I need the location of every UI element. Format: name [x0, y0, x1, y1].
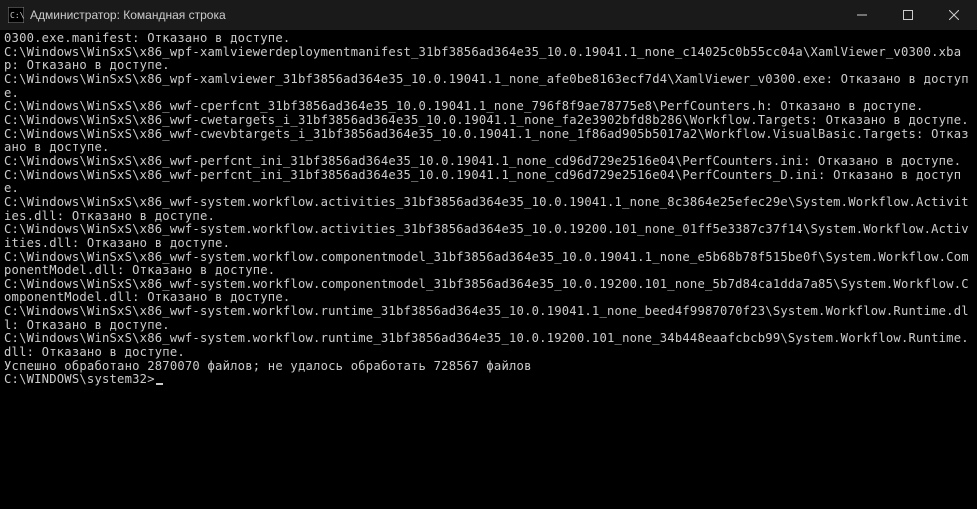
terminal-line: Успешно обработано 2870070 файлов; не уд… [4, 360, 973, 374]
minimize-button[interactable] [839, 0, 885, 30]
close-button[interactable] [931, 0, 977, 30]
terminal-line: C:\Windows\WinSxS\x86_wwf-system.workflo… [4, 196, 973, 223]
terminal-line: C:\Windows\WinSxS\x86_wwf-system.workflo… [4, 305, 973, 332]
maximize-button[interactable] [885, 0, 931, 30]
svg-text:C:\: C:\ [10, 11, 24, 20]
prompt-text: C:\WINDOWS\system32> [4, 372, 155, 386]
titlebar[interactable]: C:\ Администратор: Командная строка [0, 0, 977, 30]
terminal-output[interactable]: 0300.exe.manifest: Отказано в доступе.C:… [0, 30, 977, 509]
terminal-line: C:\Windows\WinSxS\x86_wwf-perfcnt_ini_31… [4, 155, 973, 169]
terminal-line: C:\Windows\WinSxS\x86_wwf-cwetargets_i_3… [4, 114, 973, 128]
prompt-line[interactable]: C:\WINDOWS\system32> [4, 373, 973, 387]
terminal-line: C:\Windows\WinSxS\x86_wwf-cwevbtargets_i… [4, 128, 973, 155]
terminal-line: 0300.exe.manifest: Отказано в доступе. [4, 32, 973, 46]
window-controls [839, 0, 977, 30]
terminal-line: C:\Windows\WinSxS\x86_wpf-xamlviewer_31b… [4, 73, 973, 100]
terminal-line: C:\Windows\WinSxS\x86_wwf-perfcnt_ini_31… [4, 169, 973, 196]
terminal-line: C:\Windows\WinSxS\x86_wwf-system.workflo… [4, 332, 973, 359]
terminal-line: C:\Windows\WinSxS\x86_wwf-cperfcnt_31bf3… [4, 100, 973, 114]
command-prompt-window: C:\ Администратор: Командная строка 0300… [0, 0, 977, 509]
window-title: Администратор: Командная строка [30, 8, 839, 22]
terminal-line: C:\Windows\WinSxS\x86_wwf-system.workflo… [4, 251, 973, 278]
cursor [156, 383, 163, 385]
terminal-line: C:\Windows\WinSxS\x86_wwf-system.workflo… [4, 278, 973, 305]
terminal-line: C:\Windows\WinSxS\x86_wwf-system.workflo… [4, 223, 973, 250]
cmd-icon: C:\ [8, 7, 24, 23]
terminal-line: C:\Windows\WinSxS\x86_wpf-xamlviewerdepl… [4, 46, 973, 73]
